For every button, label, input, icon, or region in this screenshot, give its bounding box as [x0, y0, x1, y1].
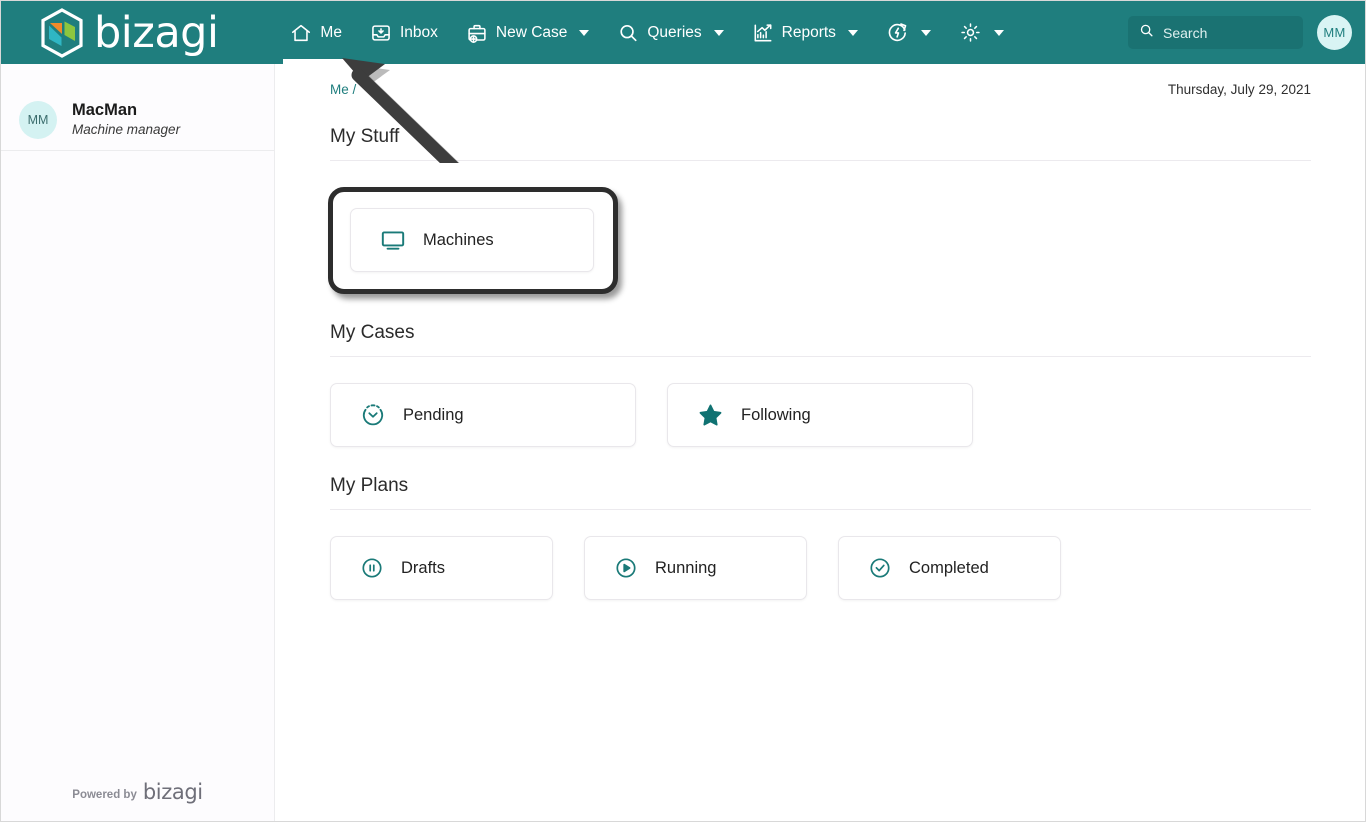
- search-icon: [617, 22, 639, 44]
- chevron-down-icon: [579, 29, 590, 36]
- main-navigation: Me Inbox New Case Queries Reports: [276, 1, 1018, 64]
- nav-item-queries[interactable]: Queries: [603, 1, 737, 64]
- inbox-icon: [370, 22, 392, 44]
- sidebar-user-text: MacMan Machine manager: [72, 100, 180, 138]
- search-input[interactable]: [1163, 24, 1283, 41]
- briefcase-plus-icon: [466, 22, 488, 44]
- completed-card[interactable]: Completed: [838, 536, 1061, 600]
- check-circle-icon: [868, 556, 892, 580]
- pause-circle-icon: [360, 556, 384, 580]
- nav-item-inbox[interactable]: Inbox: [356, 1, 452, 64]
- pending-card-label: Pending: [403, 405, 464, 424]
- top-header-bar: bizagi Me Inbox New Case Queries Reports…: [1, 1, 1365, 64]
- chevron-down-icon: [993, 29, 1004, 36]
- left-sidebar: MM MacMan Machine manager Powered by biz…: [1, 64, 275, 821]
- bizagi-logo[interactable]: bizagi: [39, 7, 219, 58]
- nav-item-reports[interactable]: Reports: [738, 1, 872, 64]
- nav-item-new-case[interactable]: New Case: [452, 1, 604, 64]
- star-icon: [697, 402, 724, 429]
- nav-item-me[interactable]: Me: [276, 1, 356, 64]
- bizagi-wordmark: bizagi: [94, 8, 219, 58]
- powered-by-bizagi-logo: bizagi: [142, 780, 203, 804]
- drafts-card[interactable]: Drafts: [330, 536, 553, 600]
- chart-icon: [752, 22, 774, 44]
- bizagi-work-portal: bizagi Me Inbox New Case Queries Reports…: [0, 0, 1366, 822]
- running-card-label: Running: [655, 558, 717, 577]
- highlight-box: Machines: [328, 187, 618, 294]
- card-row-my-cases: Pending Following: [330, 383, 1311, 447]
- section-my-stuff: My Stuff Machines: [276, 110, 1365, 294]
- user-role: Machine manager: [72, 122, 181, 138]
- gear-icon: [959, 21, 982, 44]
- card-row-my-stuff: Machines: [328, 187, 1311, 294]
- completed-card-label: Completed: [909, 558, 989, 577]
- card-row-my-plans: Drafts Running Completed: [330, 536, 1311, 600]
- section-divider: [330, 160, 1311, 161]
- nav-label-inbox: Inbox: [399, 23, 438, 41]
- bizagi-hexagon-logo-icon: [41, 7, 83, 58]
- section-title-my-cases: My Cases: [330, 322, 415, 343]
- current-date: Thursday, July 29, 2021: [1167, 82, 1311, 97]
- clock-icon: [360, 402, 386, 428]
- section-title-my-stuff: My Stuff: [330, 126, 400, 147]
- main-content: Me / Thursday, July 29, 2021 My Stuff Ma…: [276, 64, 1365, 821]
- section-title-my-plans: My Plans: [330, 475, 409, 496]
- section-divider: [330, 356, 1311, 357]
- home-icon: [290, 22, 312, 44]
- chevron-down-icon: [920, 29, 931, 36]
- chevron-down-icon: [713, 29, 724, 36]
- nav-label-queries: Queries: [647, 23, 702, 41]
- nav-label-me: Me: [320, 23, 342, 41]
- sidebar-user-block[interactable]: MM MacMan Machine manager: [1, 64, 274, 151]
- section-my-plans: My Plans Drafts Running Completed: [276, 459, 1365, 600]
- section-my-cases: My Cases Pending Following: [276, 306, 1365, 447]
- search-icon: [1139, 23, 1154, 43]
- avatar-initials: MM: [27, 112, 49, 127]
- following-card[interactable]: Following: [667, 383, 973, 447]
- nav-label-new-case: New Case: [495, 23, 568, 41]
- pending-card[interactable]: Pending: [330, 383, 636, 447]
- search-box[interactable]: [1128, 16, 1303, 49]
- breadcrumb[interactable]: Me /: [330, 82, 356, 97]
- header-avatar-initials: MM: [1323, 25, 1346, 40]
- running-card[interactable]: Running: [584, 536, 807, 600]
- section-divider: [330, 509, 1311, 510]
- machines-card-label: Machines: [423, 230, 494, 249]
- avatar: MM: [19, 100, 57, 139]
- header-avatar[interactable]: MM: [1317, 15, 1352, 50]
- drafts-card-label: Drafts: [401, 558, 446, 577]
- machines-card[interactable]: Machines: [350, 208, 594, 272]
- powered-by-text: Powered by: [72, 789, 137, 801]
- nav-label-reports: Reports: [781, 23, 836, 41]
- user-name: MacMan: [72, 101, 138, 120]
- monitor-icon: [380, 227, 406, 253]
- play-circle-icon: [614, 556, 638, 580]
- chevron-down-icon: [847, 29, 858, 36]
- refresh-bolt-icon: [886, 21, 909, 44]
- breadcrumb-row: Me / Thursday, July 29, 2021: [276, 64, 1365, 110]
- powered-by-footer: Powered by bizagi: [1, 779, 274, 804]
- nav-item-settings[interactable]: [945, 1, 1018, 64]
- following-card-label: Following: [741, 405, 811, 424]
- nav-item-automation[interactable]: [872, 1, 945, 64]
